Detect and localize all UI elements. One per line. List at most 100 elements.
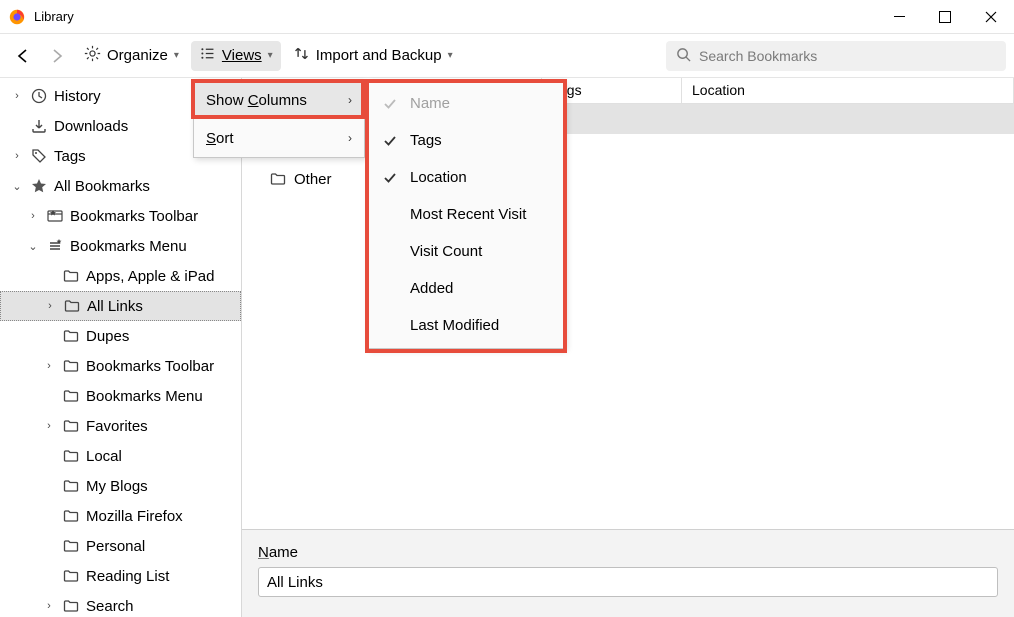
organize-button[interactable]: Organize ▾ [76, 41, 187, 71]
sidebar-item[interactable]: › Favorites [0, 411, 241, 441]
sidebar-item-label: My Blogs [86, 478, 148, 495]
chevron-down-icon[interactable]: ⌄ [10, 180, 24, 193]
folder-icon [62, 417, 80, 435]
bmtoolbar-icon [46, 207, 64, 225]
row-label: Other [294, 171, 332, 188]
minimize-button[interactable] [876, 0, 922, 34]
sidebar-item-label: Tags [54, 148, 86, 165]
sidebar-item[interactable]: ›Reading List [0, 561, 241, 591]
chevron-right-icon[interactable]: › [10, 150, 24, 162]
sidebar-item[interactable]: ›Bookmarks Menu [0, 381, 241, 411]
toolbar: Organize ▾ Views ▾ Import and Backup ▾ S… [0, 34, 1014, 78]
sidebar-item-label: Bookmarks Toolbar [70, 208, 198, 225]
folder-icon [63, 297, 81, 315]
name-field[interactable] [258, 567, 998, 597]
sidebar-item[interactable]: ›Local [0, 441, 241, 471]
chevron-right-icon[interactable]: › [26, 210, 40, 222]
menu-item-label: Most Recent Visit [410, 206, 526, 223]
forward-button[interactable] [42, 41, 72, 71]
chevron-down-icon: ▾ [448, 50, 453, 61]
sidebar-item-label: Favorites [86, 418, 148, 435]
sidebar-item-label: History [54, 88, 101, 105]
col-location[interactable]: Location [682, 78, 1014, 103]
menu-item: Name [368, 85, 564, 122]
sidebar-item[interactable]: ›Mozilla Firefox [0, 501, 241, 531]
menu-item-label: Tags [410, 132, 442, 149]
menu-item[interactable]: Added [368, 270, 564, 307]
bmmenu-icon [46, 237, 64, 255]
firefox-logo-icon [8, 8, 26, 26]
sidebar-item-label: Bookmarks Toolbar [86, 358, 214, 375]
sidebar-item-label: All Links [87, 298, 143, 315]
sidebar-item[interactable]: ›Dupes [0, 321, 241, 351]
views-button[interactable]: Views ▾ [191, 41, 281, 71]
menu-item[interactable]: Show Columns› [194, 81, 364, 119]
import-export-icon [293, 45, 310, 66]
organize-label: Organize [107, 47, 168, 64]
name-field-label: Name [258, 544, 998, 561]
list-icon [199, 45, 216, 66]
sidebar-item-label: All Bookmarks [54, 178, 150, 195]
menu-item-label: Name [410, 95, 450, 112]
sidebar-item[interactable]: ›Personal [0, 531, 241, 561]
menu-item[interactable]: Most Recent Visit [368, 196, 564, 233]
chevron-right-icon[interactable]: › [42, 420, 56, 432]
sidebar-item[interactable]: ⌄ All Bookmarks [0, 171, 241, 201]
folder-icon [62, 267, 80, 285]
tag-icon [30, 147, 48, 165]
sidebar-item[interactable]: › Bookmarks Toolbar [0, 351, 241, 381]
import-backup-button[interactable]: Import and Backup ▾ [285, 41, 461, 71]
sidebar-item[interactable]: ›Apps, Apple & iPad [0, 261, 241, 291]
sidebar-item-label: Local [86, 448, 122, 465]
sidebar-item-label: Apps, Apple & iPad [86, 268, 214, 285]
download-icon [30, 117, 48, 135]
folder-icon [62, 477, 80, 495]
back-button[interactable] [8, 41, 38, 71]
check-icon [382, 171, 398, 185]
folder-icon [62, 507, 80, 525]
sidebar-item[interactable]: › Bookmarks Toolbar [0, 201, 241, 231]
menu-item-label: Added [410, 280, 453, 297]
chevron-down-icon[interactable]: ⌄ [26, 240, 40, 253]
sidebar-item-label: Personal [86, 538, 145, 555]
sidebar-item[interactable]: ›My Blogs [0, 471, 241, 501]
check-icon [382, 97, 398, 111]
details-pane: Name [242, 529, 1014, 617]
folder-icon [62, 447, 80, 465]
chevron-right-icon: › [348, 131, 352, 145]
maximize-button[interactable] [922, 0, 968, 34]
table-row[interactable]: Other [242, 164, 1014, 194]
menu-item[interactable]: Visit Count [368, 233, 564, 270]
folder-icon [62, 597, 80, 615]
chevron-down-icon: ▾ [174, 50, 179, 61]
menu-item[interactable]: Tags [368, 122, 564, 159]
search-input[interactable]: Search Bookmarks [666, 41, 1006, 71]
folder-icon [62, 567, 80, 585]
sidebar-item[interactable]: › All Links [0, 291, 241, 321]
show-columns-submenu: Name Tags Location Most Recent Visit Visit C… [367, 80, 565, 349]
views-label: Views [222, 47, 262, 64]
chevron-right-icon[interactable]: › [42, 600, 56, 612]
chevron-right-icon[interactable]: › [43, 300, 57, 312]
sidebar[interactable]: ›History›Downloads›Tags⌄All Bookmarks›Bo… [0, 78, 242, 617]
sidebar-item-label: Bookmarks Menu [86, 388, 203, 405]
folder-icon [62, 327, 80, 345]
menu-item-label: Last Modified [410, 317, 499, 334]
sidebar-item[interactable]: ⌄Bookmarks Menu [0, 231, 241, 261]
chevron-down-icon: ▾ [268, 50, 273, 61]
search-icon [676, 47, 691, 65]
import-backup-label: Import and Backup [316, 47, 442, 64]
window-title: Library [34, 9, 74, 24]
chevron-right-icon[interactable]: › [10, 90, 24, 102]
menu-item[interactable]: Sort› [194, 119, 364, 157]
menu-item-label: Location [410, 169, 467, 186]
close-button[interactable] [968, 0, 1014, 34]
clock-icon [30, 87, 48, 105]
sidebar-item[interactable]: ›Search [0, 591, 241, 617]
sidebar-item-label: Mozilla Firefox [86, 508, 183, 525]
menu-item-label: Visit Count [410, 243, 482, 260]
star-icon [30, 177, 48, 195]
menu-item[interactable]: Location [368, 159, 564, 196]
menu-item[interactable]: Last Modified [368, 307, 564, 344]
chevron-right-icon[interactable]: › [42, 360, 56, 372]
